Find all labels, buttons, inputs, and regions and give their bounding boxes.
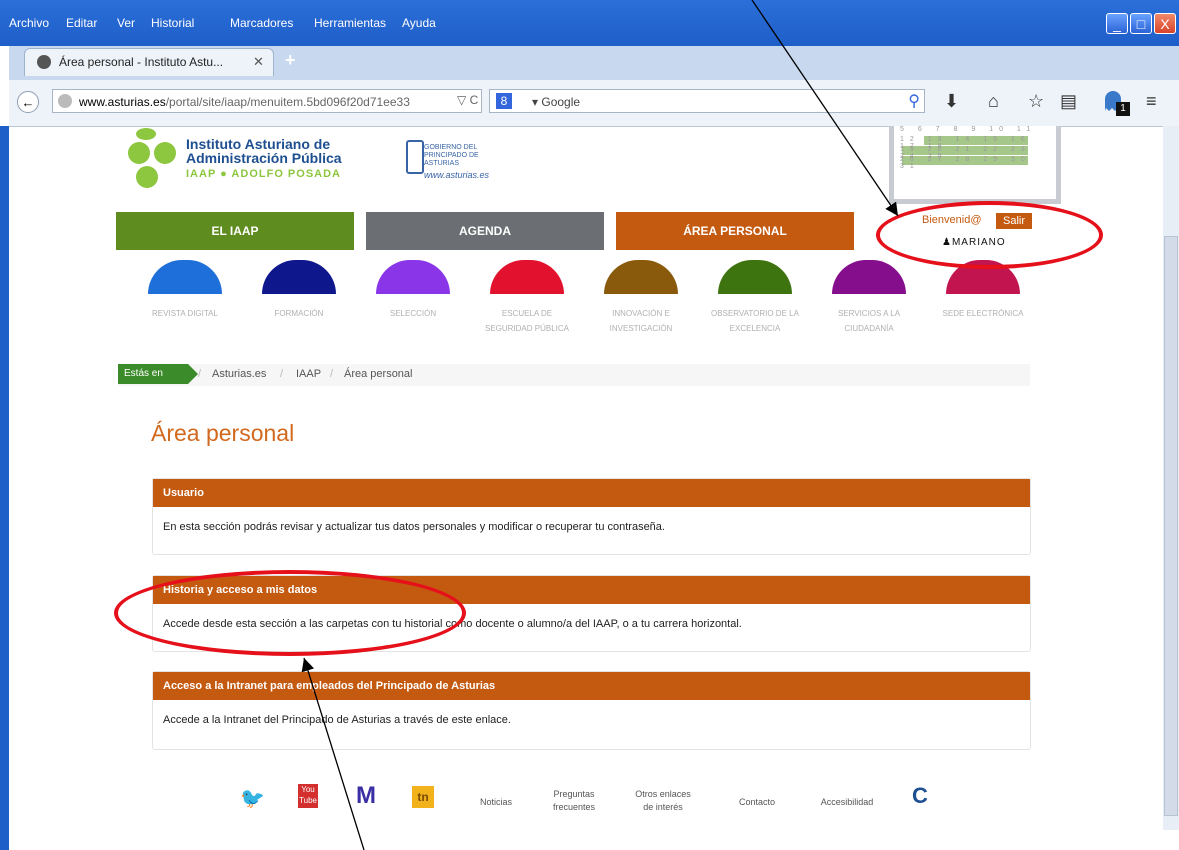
annotation-arrow-top (751, 0, 899, 217)
annotation-arrow-bottom (301, 657, 365, 850)
annotation-arrows (301, 0, 899, 850)
